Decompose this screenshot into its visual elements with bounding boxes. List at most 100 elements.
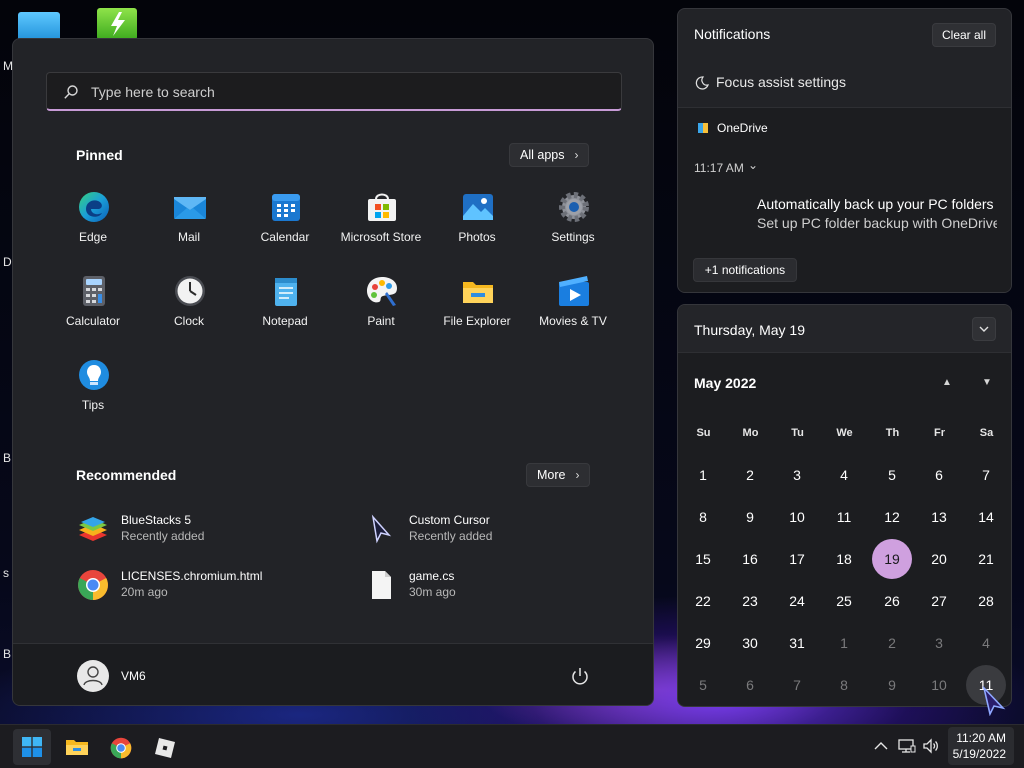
recommended-title: Recommended xyxy=(76,467,177,483)
chevron-down-icon[interactable]: ⌄ xyxy=(748,158,758,172)
calendar-day[interactable]: 4 xyxy=(824,455,864,495)
roblox-icon xyxy=(155,738,175,758)
triangle-down-icon[interactable]: ▼ xyxy=(982,377,992,388)
pinned-app-microsoft-store[interactable]: Microsoft Store xyxy=(333,190,429,270)
all-apps-button[interactable]: All apps › xyxy=(509,143,590,167)
calendar-day[interactable]: 10 xyxy=(777,497,817,537)
focus-assist-label: Focus assist settings xyxy=(716,74,846,90)
calendar-month-label[interactable]: May 2022 xyxy=(694,375,756,391)
calendar-day[interactable]: 7 xyxy=(777,665,817,705)
calendar-day[interactable]: 18 xyxy=(824,539,864,579)
start-button[interactable] xyxy=(13,729,51,765)
pinned-app-settings[interactable]: Settings xyxy=(525,190,621,270)
calendar-day[interactable]: 11 xyxy=(824,497,864,537)
calendar-day[interactable]: 25 xyxy=(824,581,864,621)
calendar-day[interactable]: 2 xyxy=(730,455,770,495)
calendar-day[interactable]: 6 xyxy=(730,665,770,705)
pinned-app-notepad[interactable]: Notepad xyxy=(237,274,333,354)
calendar-day[interactable]: 7 xyxy=(966,455,1006,495)
pinned-app-photos[interactable]: Photos xyxy=(429,190,525,270)
calendar-day[interactable]: 13 xyxy=(919,497,959,537)
mouse-cursor-icon xyxy=(982,686,1006,716)
calendar-day[interactable]: 23 xyxy=(730,581,770,621)
calendar-day[interactable]: 4 xyxy=(966,623,1006,663)
more-notifications-button[interactable]: +1 notifications xyxy=(693,258,797,282)
calendar-day[interactable]: 5 xyxy=(683,665,723,705)
recommended-item-custom-cursor[interactable]: Custom Cursor Recently added xyxy=(365,509,625,549)
start-menu-footer: VM6 xyxy=(13,643,653,705)
calendar-day[interactable]: 3 xyxy=(919,623,959,663)
avatar[interactable] xyxy=(77,660,109,692)
windows-icon xyxy=(22,737,42,757)
recommended-item-game-cs[interactable]: game.cs 30m ago xyxy=(365,565,625,605)
user-name[interactable]: VM6 xyxy=(121,669,146,683)
calendar-header: Thursday, May 19 xyxy=(678,305,1011,353)
calendar-day[interactable]: 12 xyxy=(872,497,912,537)
calendar-day[interactable]: 9 xyxy=(872,665,912,705)
calendar-day[interactable]: 29 xyxy=(683,623,723,663)
calendar-day[interactable]: 3 xyxy=(777,455,817,495)
pinned-app-edge[interactable]: Edge xyxy=(45,190,141,270)
pinned-app-clock[interactable]: Clock xyxy=(141,274,237,354)
user-icon xyxy=(83,666,103,686)
pinned-app-calendar[interactable]: Calendar xyxy=(237,190,333,270)
taskbar-clock[interactable]: 11:20 AM 5/19/2022 xyxy=(948,727,1014,765)
calendar-day[interactable]: 5 xyxy=(872,455,912,495)
calendar-day[interactable]: 17 xyxy=(777,539,817,579)
calendar-day[interactable]: 1 xyxy=(683,455,723,495)
calendar-day[interactable]: 1 xyxy=(824,623,864,663)
start-menu: Pinned All apps › Edge Mail Calendar xyxy=(12,38,654,706)
volume-icon[interactable] xyxy=(922,737,940,755)
chrome-icon xyxy=(78,570,108,600)
search-input[interactable] xyxy=(91,73,611,110)
triangle-up-icon[interactable]: ▲ xyxy=(942,377,952,388)
calendar-day[interactable]: 24 xyxy=(777,581,817,621)
calendar-day[interactable]: 20 xyxy=(919,539,959,579)
pinned-app-mail[interactable]: Mail xyxy=(141,190,237,270)
calendar-day[interactable]: 6 xyxy=(919,455,959,495)
recommended-item-bluestacks[interactable]: BlueStacks 5 Recently added xyxy=(77,509,337,549)
chevron-up-icon[interactable] xyxy=(872,737,890,755)
notification-card[interactable]: OneDrive 11:17 AM ⌄ Automatically back u… xyxy=(678,107,1011,292)
photos-icon xyxy=(463,194,493,220)
pinned-app-label: Calculator xyxy=(65,314,121,328)
calendar-day[interactable]: 28 xyxy=(966,581,1006,621)
paint-icon xyxy=(367,277,397,306)
calendar-day[interactable]: 21 xyxy=(966,539,1006,579)
recommended-item-name: LICENSES.chromium.html xyxy=(121,569,263,583)
calendar-day[interactable]: 8 xyxy=(824,665,864,705)
calendar-day[interactable]: 10 xyxy=(919,665,959,705)
pinned-app-paint[interactable]: Paint xyxy=(333,274,429,354)
edge-icon xyxy=(79,192,109,222)
calendar-day[interactable]: 2 xyxy=(872,623,912,663)
settings-icon xyxy=(559,192,589,222)
calendar-day[interactable]: 16 xyxy=(730,539,770,579)
pinned-app-tips[interactable]: Tips xyxy=(45,358,141,438)
taskbar-file-explorer[interactable] xyxy=(57,729,95,765)
calendar-day[interactable]: 22 xyxy=(683,581,723,621)
calendar-day[interactable]: 31 xyxy=(777,623,817,663)
pinned-app-label: Calendar xyxy=(260,230,310,244)
calendar-day[interactable]: 15 xyxy=(683,539,723,579)
taskbar-roblox[interactable] xyxy=(145,729,183,765)
search-box[interactable] xyxy=(46,72,622,111)
calendar-day[interactable]: 27 xyxy=(919,581,959,621)
calendar-day[interactable]: 14 xyxy=(966,497,1006,537)
recommended-item-licenses[interactable]: LICENSES.chromium.html 20m ago xyxy=(77,565,337,605)
more-button[interactable]: More › xyxy=(526,463,591,487)
network-icon[interactable] xyxy=(898,737,916,755)
calendar-day[interactable]: 8 xyxy=(683,497,723,537)
taskbar-chrome[interactable] xyxy=(101,729,139,765)
pinned-app-calculator[interactable]: Calculator xyxy=(45,274,141,354)
calendar-day-today[interactable]: 19 xyxy=(872,539,912,579)
clear-all-button[interactable]: Clear all xyxy=(932,23,996,47)
pinned-app-label: Paint xyxy=(367,314,395,328)
power-icon[interactable] xyxy=(569,665,591,687)
pinned-app-movies-tv[interactable]: Movies & TV xyxy=(525,274,621,354)
desktop-icon-app[interactable] xyxy=(97,8,137,40)
calendar-day[interactable]: 30 xyxy=(730,623,770,663)
calendar-day[interactable]: 9 xyxy=(730,497,770,537)
calendar-day[interactable]: 26 xyxy=(872,581,912,621)
calendar-collapse-button[interactable] xyxy=(972,317,996,341)
pinned-app-file-explorer[interactable]: File Explorer xyxy=(429,274,525,354)
